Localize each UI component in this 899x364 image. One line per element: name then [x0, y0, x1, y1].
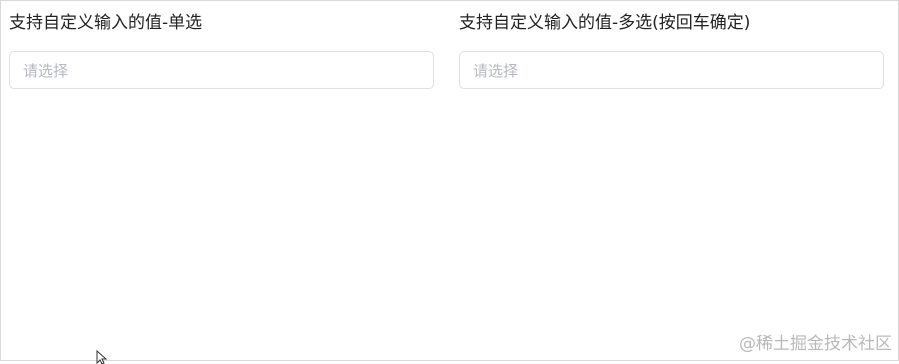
page-frame: 支持自定义输入的值-单选 请选择 支持自定义输入的值-多选(按回车确定) 请选择… [0, 0, 899, 364]
single-select-field: 支持自定义输入的值-单选 请选择 [9, 11, 434, 89]
single-select-label: 支持自定义输入的值-单选 [9, 13, 203, 33]
multi-select-label: 支持自定义输入的值-多选(按回车确定) [459, 13, 751, 33]
single-select-placeholder: 请选择 [23, 61, 69, 80]
multi-select-placeholder: 请选择 [473, 61, 519, 80]
watermark: @稀土掘金技术社区 [739, 334, 892, 354]
single-select-input[interactable]: 请选择 [9, 51, 434, 89]
multi-select-field: 支持自定义输入的值-多选(按回车确定) 请选择 [459, 11, 884, 89]
multi-select-input[interactable]: 请选择 [459, 51, 884, 89]
mouse-pointer-icon [96, 350, 108, 364]
